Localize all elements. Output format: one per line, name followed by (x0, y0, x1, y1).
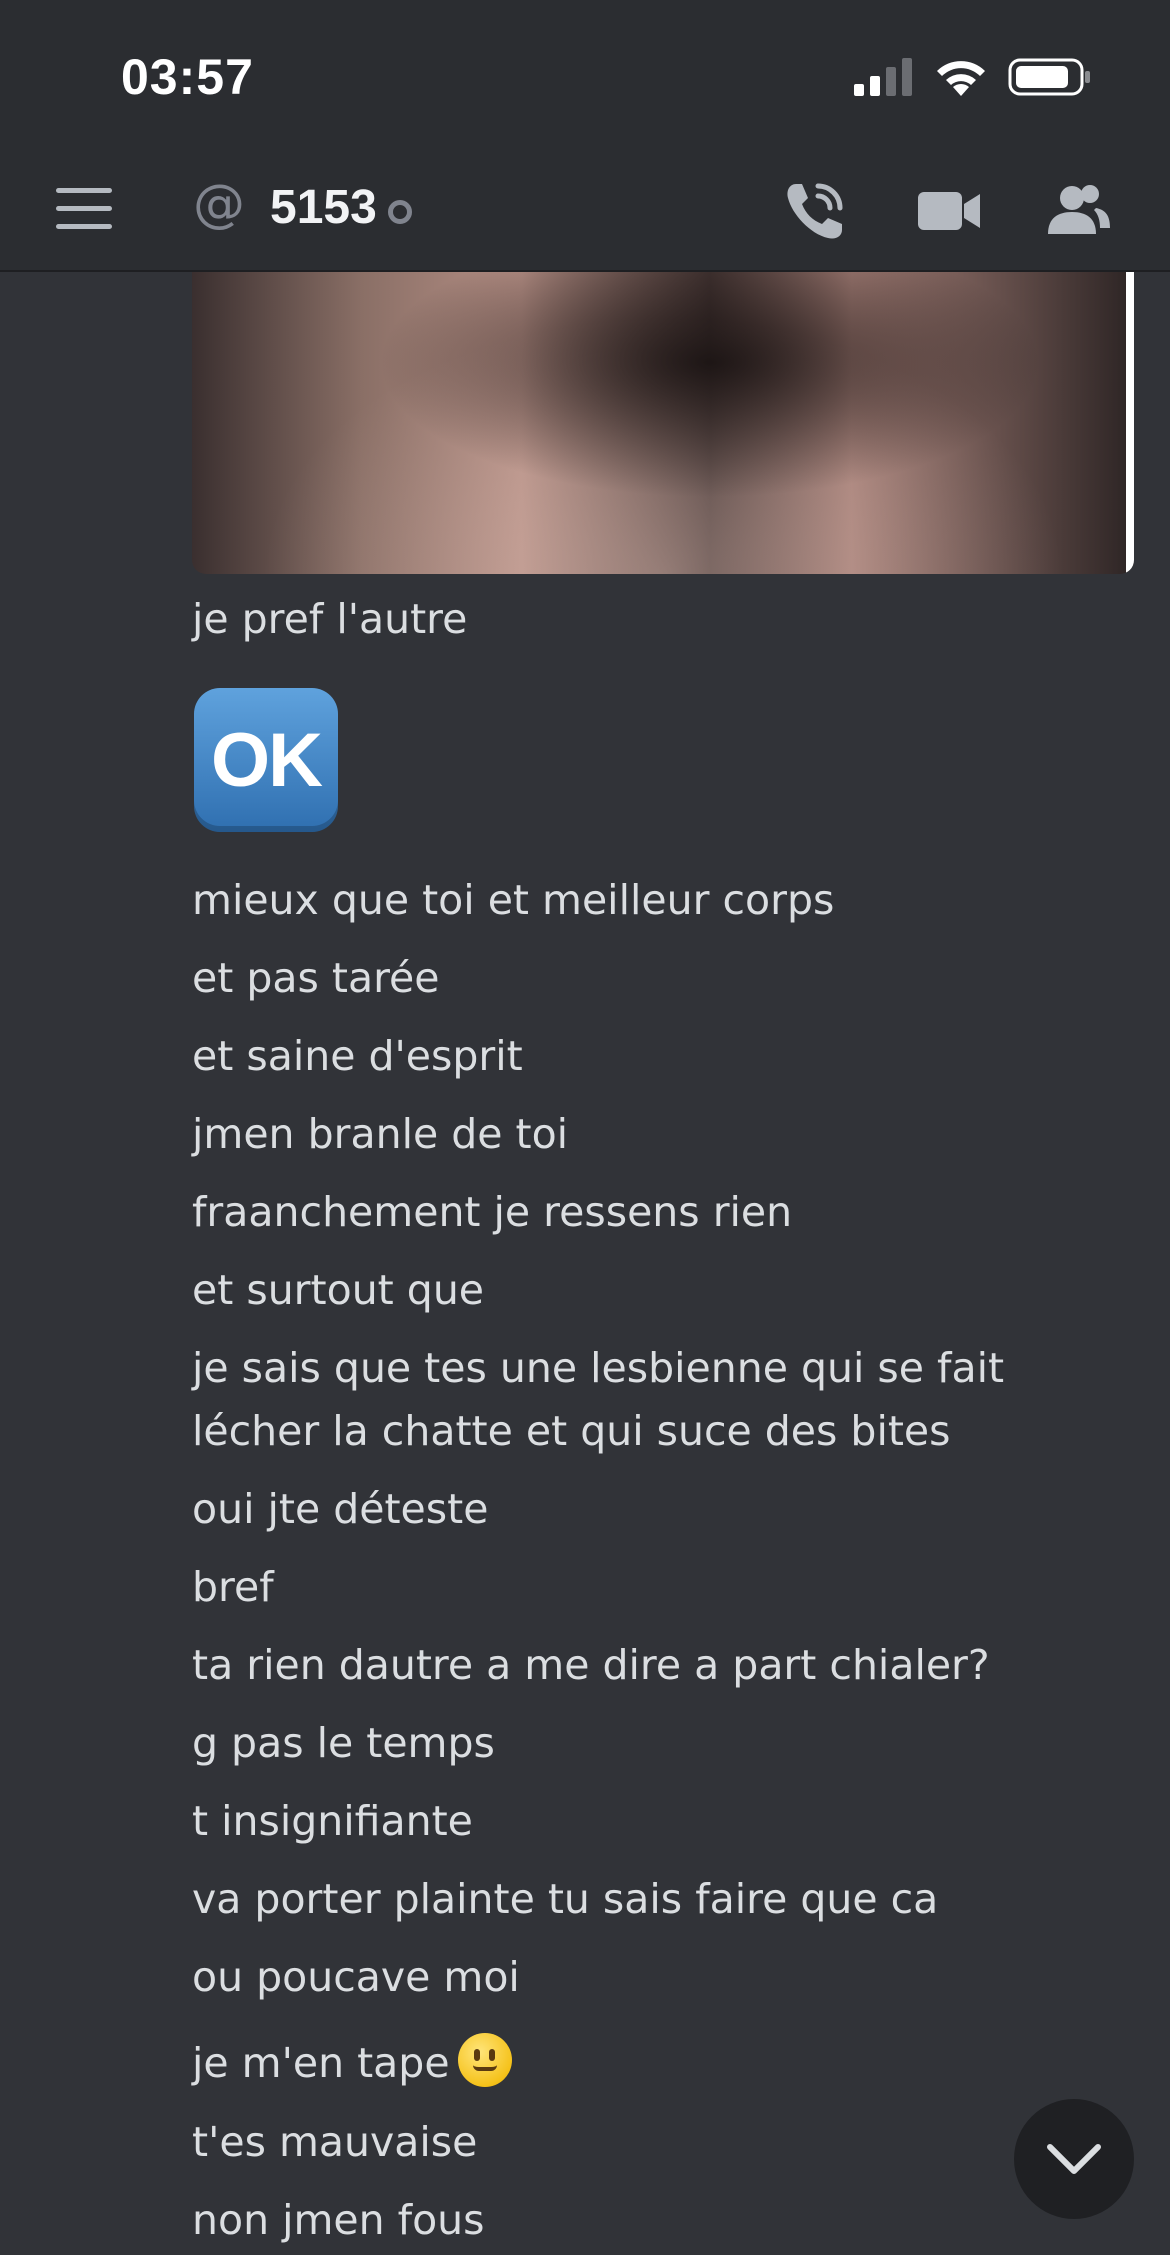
status-time: 03:57 (121, 49, 254, 105)
phone-call-icon[interactable] (782, 178, 848, 244)
chevron-down-icon (1047, 2144, 1101, 2174)
jump-to-bottom-button[interactable] (1014, 2099, 1134, 2219)
message-text: oui jte déteste (192, 1485, 489, 1533)
channel-name[interactable]: 5153 (270, 180, 377, 235)
message-text: je m'en tape (192, 2039, 450, 2087)
wifi-icon (937, 61, 985, 96)
slightly-smiling-face-icon (457, 2033, 512, 2087)
message-with-emoji: je m'en tape (192, 2032, 512, 2095)
message-text: g pas le temps (192, 1719, 495, 1767)
status-bar: 03:57 (0, 0, 1170, 150)
message-list[interactable]: je pref l'autre OK mieux que toi et meil… (0, 272, 1170, 2255)
message-text: t'es mauvaise (192, 2118, 478, 2166)
message-text: je sais que tes une lesbienne qui se fai… (192, 1344, 1005, 1455)
members-icon[interactable] (1046, 178, 1112, 244)
message-text: et pas tarée (192, 954, 440, 1002)
message-text: t insignifiante (192, 1797, 473, 1845)
cellular-signal-icon (854, 58, 912, 96)
message-text: jmen branle de toi (192, 1110, 569, 1158)
ok-emoji-label: OK (211, 717, 323, 803)
message-text: et saine d'esprit (192, 1032, 523, 1080)
channel-header: @ 5153 (0, 150, 1170, 272)
message-text: et surtout que (192, 1266, 485, 1314)
ok-button-emoji: OK (194, 688, 338, 832)
message-text: bref (192, 1563, 274, 1611)
message-text: fraanchement je ressens rien (192, 1188, 793, 1236)
battery-icon (1008, 58, 1090, 96)
menu-icon[interactable] (56, 188, 112, 232)
message-text: non jmen fous (192, 2196, 485, 2244)
message-text: ta rien dautre a me dire a part chialer? (192, 1641, 990, 1689)
message-text: mieux que toi et meilleur corps (192, 876, 835, 924)
offline-status-dot (388, 200, 412, 224)
image-attachment[interactable] (192, 272, 1134, 574)
message-text: va porter plainte tu sais faire que ca (192, 1875, 939, 1923)
message-text: ou poucave moi (192, 1953, 520, 2001)
video-call-icon[interactable] (916, 178, 982, 244)
at-icon: @ (193, 174, 245, 234)
message-text: je pref l'autre (192, 595, 468, 643)
